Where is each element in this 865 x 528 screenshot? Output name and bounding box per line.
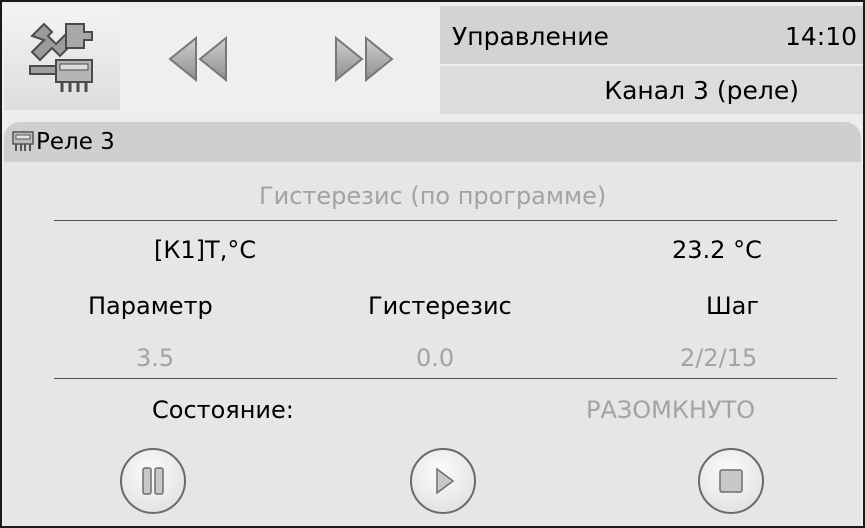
parameter-header: Параметр	[88, 292, 213, 320]
pause-icon	[142, 467, 164, 495]
previous-button[interactable]	[162, 34, 234, 84]
state-label: Состояние:	[152, 396, 294, 424]
control-mode: Гистерезис (по программе)	[259, 182, 607, 210]
device-screen: Управление 14:10 Канал 3 (реле) Реле 3 Г…	[0, 0, 865, 528]
divider	[54, 220, 837, 221]
channel-label: Канал 3 (реле)	[604, 76, 799, 105]
header: Управление 14:10 Канал 3 (реле)	[2, 2, 863, 114]
stop-icon	[719, 469, 743, 493]
parameter-value[interactable]: 3.5	[136, 344, 174, 372]
input-value: 23.2 °С	[672, 236, 762, 264]
step-value[interactable]: 2/2/15	[680, 344, 757, 372]
play-button[interactable]	[410, 448, 476, 514]
input-label: [К1]Т,°С	[154, 236, 257, 264]
rewind-icon	[168, 35, 227, 83]
hysteresis-header: Гистерезис	[368, 292, 512, 320]
divider	[54, 378, 837, 379]
step-header: Шаг	[706, 292, 759, 320]
relay-panel: Реле 3 Гистерезис (по программе) [К1]Т,°…	[4, 122, 861, 526]
state-value: РАЗОМКНУТО	[586, 396, 756, 424]
hysteresis-value[interactable]: 0.0	[416, 344, 454, 372]
stop-button[interactable]	[698, 448, 764, 514]
header-channel-bar: Канал 3 (реле)	[440, 66, 863, 114]
next-button[interactable]	[328, 34, 400, 84]
fast-forward-icon	[335, 35, 394, 83]
relay-icon	[12, 130, 34, 158]
panel-title: Реле 3	[36, 129, 115, 155]
mode-label: Управление	[452, 22, 609, 51]
tools-icon	[29, 22, 93, 92]
clock: 14:10	[784, 22, 857, 51]
pause-button[interactable]	[120, 448, 186, 514]
panel-title-bar: Реле 3	[4, 122, 861, 162]
play-icon	[436, 467, 455, 495]
header-status-bar: Управление 14:10	[440, 6, 863, 64]
settings-button[interactable]	[4, 4, 120, 110]
